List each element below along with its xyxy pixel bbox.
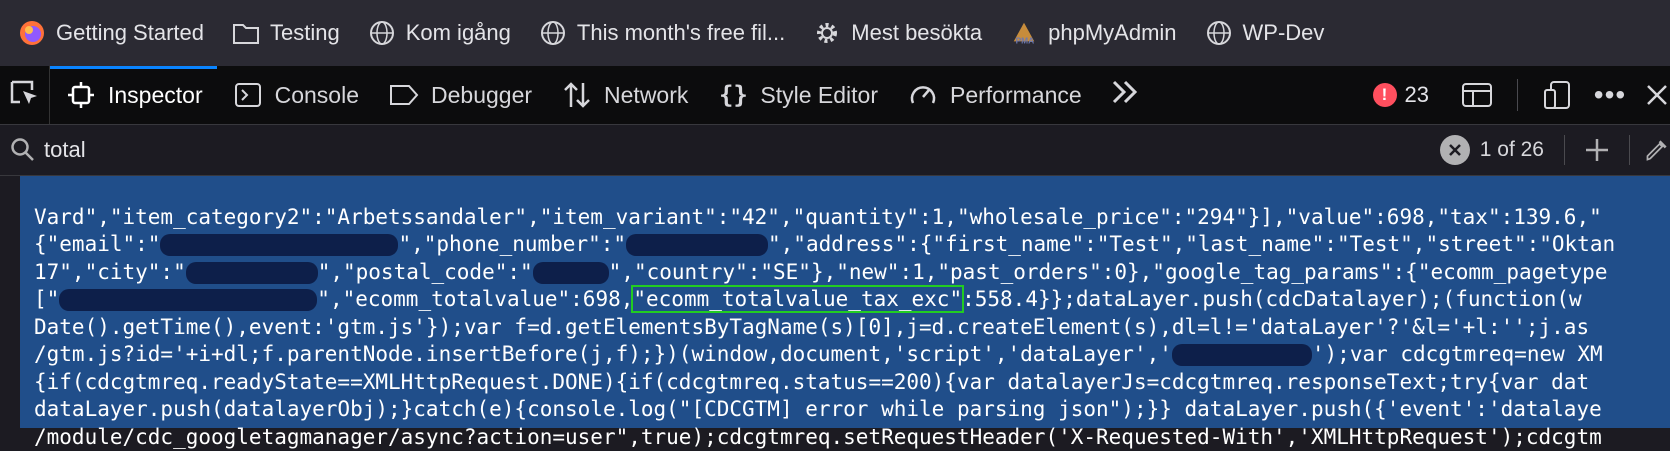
devtools-toolbar: Inspector Console Debugger Network {} St… [0,66,1670,124]
tab-performance[interactable]: Performance [892,66,1096,124]
globe-icon [539,19,567,47]
tab-label: Network [604,81,689,108]
markup-view: Vard","item_category2":"Arbetssandaler",… [0,176,1670,449]
code-line: /gtm.js?id='+i+dl;f.parentNode.insertBef… [34,342,1603,366]
more-tools-button[interactable] [1096,66,1154,124]
redacted-block [185,261,318,284]
search-divider [1629,135,1630,165]
bookmark-phpmyadmin[interactable]: PMA phpMyAdmin [1010,13,1177,53]
clear-search-button[interactable] [1439,135,1470,165]
tab-style-editor[interactable]: {} Style Editor [702,66,892,124]
bookmark-label: Kom igång [405,20,511,45]
code-line: Date().getTime(),event:'gtm.js'});var f=… [34,314,1590,339]
tab-inspector[interactable]: Inspector [50,66,217,124]
close-devtools-button[interactable] [1644,77,1670,113]
bookmark-free-films[interactable]: This month's free fil... [539,13,785,53]
search-icon [10,137,36,163]
bookmark-label: This month's free fil... [576,20,786,45]
redacted-block [160,234,399,256]
search-match-highlight: "ecomm_totalvalue_tax_exc" [631,285,965,313]
tab-label: Console [274,81,359,108]
tab-debugger[interactable]: Debugger [373,66,546,124]
bookmark-label: WP-Dev [1242,20,1325,45]
phpmyadmin-icon: PMA [1010,19,1038,47]
search-divider [1564,135,1565,165]
split-console-button[interactable] [1459,77,1495,113]
bookmark-label: Testing [269,20,340,45]
bookmark-mest-besokta[interactable]: Mest besökta [813,13,982,53]
search-input[interactable] [44,130,1424,170]
tab-console[interactable]: Console [217,66,373,124]
ellipsis-icon: ••• [1593,79,1627,110]
console-icon [231,80,265,110]
folder-icon [232,19,260,47]
braces-icon: {} [718,81,748,109]
code-line: {if(cdcgtmreq.readyState==XMLHttpRequest… [34,369,1590,394]
bookmark-label: phpMyAdmin [1048,20,1177,45]
responsive-design-button[interactable] [1540,77,1576,113]
bookmark-getting-started[interactable]: Getting Started [18,13,204,53]
search-result-count: 1 of 26 [1479,138,1544,161]
bookmarks-toolbar: Getting Started Testing Kom igång This m… [0,0,1670,66]
element-picker-button[interactable] [0,66,50,124]
code-line: [" ","ecomm_totalvalue":698,"ecomm_totalv… [34,285,1582,313]
tab-label: Debugger [431,81,533,108]
globe-icon [368,19,396,47]
debugger-icon [387,80,421,110]
eyedropper-icon [1646,140,1667,161]
script-source-text[interactable]: Vard","item_category2":"Arbetssandaler",… [34,176,1615,451]
tab-label: Style Editor [760,81,878,108]
error-icon: ! [1372,83,1397,107]
redacted-block [532,261,609,284]
redacted-block [1171,344,1312,366]
network-icon [560,80,594,110]
code-line: /module/cdc_googletagmanager/async?actio… [34,424,1602,449]
toolbar-divider [1517,79,1518,111]
inspector-icon [64,80,98,110]
gauge-icon [906,80,940,110]
firefox-icon [18,19,46,47]
toolbar-right: ! 23 ••• [1372,66,1670,124]
code-line: dataLayer.push(datalayerObj);}catch(e){c… [34,397,1602,421]
bookmark-label: Mest besökta [851,20,983,45]
tab-label: Performance [950,81,1082,108]
redacted-block [626,234,769,256]
error-count: 23 [1404,82,1429,107]
bookmark-label: Getting Started [56,20,204,45]
element-picker-icon [9,79,41,112]
code-line: Vard","item_category2":"Arbetssandaler",… [34,204,1602,229]
globe-icon [1205,19,1233,47]
plus-icon [1586,139,1608,161]
error-count-button[interactable]: ! 23 [1372,82,1429,108]
code-line: 17","city":" ","postal_code":" ","country"… [34,259,1608,284]
add-node-button[interactable] [1579,132,1615,168]
chevron-double-right-icon [1110,79,1140,111]
gear-icon [813,19,841,47]
close-icon [1448,144,1461,156]
eyedropper-button[interactable] [1644,132,1670,168]
bookmark-wp-dev[interactable]: WP-Dev [1205,13,1325,53]
bookmark-kom-igang[interactable]: Kom igång [368,13,511,53]
svg-text:PMA: PMA [1016,35,1035,45]
markup-search-bar: 1 of 26 [0,124,1670,176]
search-controls: 1 of 26 [1439,125,1670,175]
redacted-block [59,289,318,311]
bookmark-testing[interactable]: Testing [232,13,340,53]
more-options-button[interactable]: ••• [1592,77,1628,113]
code-line: {"email":" ","phone_number":" ","address":… [34,232,1616,256]
tab-label: Inspector [108,81,203,108]
tab-network[interactable]: Network [546,66,702,124]
